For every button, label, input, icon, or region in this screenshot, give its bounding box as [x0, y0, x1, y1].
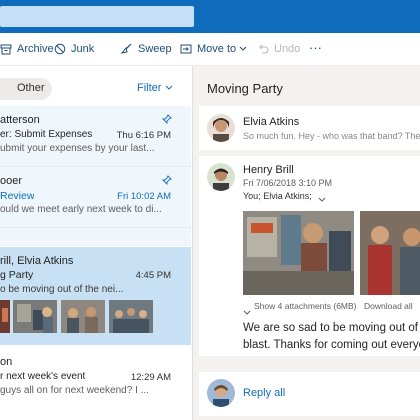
- message-subject: r next week's event: [0, 371, 86, 382]
- message-time: Thu 6:16 PM: [116, 130, 171, 141]
- filter-button[interactable]: Filter: [137, 82, 173, 94]
- thread-message-expanded: Henry Brill Fri 7/06/2018 3:10 PM You; E…: [199, 156, 420, 356]
- message-sender: rill, Elvia Atkins: [0, 255, 74, 267]
- list-item[interactable]: atterson er: Submit Expenses Thu 6:16 PM…: [0, 106, 191, 167]
- app-header: [0, 0, 420, 33]
- list-item[interactable]: on r next week's event 12:29 AM guys all…: [0, 346, 191, 420]
- message-subject: g Party: [0, 269, 34, 281]
- sweep-icon: [120, 43, 138, 55]
- search-box[interactable]: [0, 6, 194, 27]
- pin-icon[interactable]: [161, 114, 172, 127]
- message-sender: on: [0, 356, 13, 368]
- inbox-pivot: Other: [0, 78, 52, 100]
- archive-button[interactable]: Archive: [0, 41, 54, 57]
- sweep-label: Sweep: [138, 43, 172, 55]
- archive-icon: [0, 43, 17, 55]
- attachment-thumbnail[interactable]: [13, 300, 57, 333]
- pin-icon[interactable]: [161, 175, 172, 188]
- chevron-down-icon: [161, 82, 173, 94]
- chevron-down-icon: [239, 46, 252, 52]
- reading-pane: Moving Party Elvia Atkins So much fun. H…: [193, 66, 420, 420]
- attachment-image[interactable]: [360, 211, 420, 295]
- message-preview: o be moving out of the nei...: [0, 284, 124, 295]
- message-preview: ubmit your expenses by your last...: [0, 143, 155, 154]
- message-preview: guys all on for next weekend? I ...: [0, 385, 149, 396]
- message-body-line: We are so sad to be moving out of the: [243, 322, 420, 334]
- message-preview: ould we meet early next week to di...: [0, 204, 162, 215]
- tab-other[interactable]: Other: [17, 82, 45, 94]
- attachment-thumbnail[interactable]: [0, 300, 10, 333]
- attachment-image[interactable]: [243, 211, 354, 295]
- message-time: 12:29 AM: [130, 372, 171, 383]
- message-sender: atterson: [0, 114, 40, 126]
- avatar: [207, 114, 235, 142]
- chevron-down-icon: [243, 303, 251, 321]
- recipients: You; Elvia Atkins;: [243, 191, 312, 201]
- junk-button[interactable]: Junk: [54, 41, 94, 57]
- conversation-subject: Moving Party: [207, 81, 283, 96]
- more-icon: ···: [309, 39, 322, 55]
- undo-icon: [257, 43, 274, 55]
- move-to-button[interactable]: Move to: [180, 41, 252, 57]
- archive-label: Archive: [17, 43, 54, 55]
- more-options-button[interactable]: ···: [309, 39, 322, 55]
- message-sender: ooer: [0, 175, 23, 187]
- junk-icon: [54, 43, 71, 55]
- message-time: Fri 10:02 AM: [117, 191, 171, 202]
- message-subject: er: Submit Expenses: [0, 129, 93, 140]
- list-group-spacer: [0, 228, 191, 246]
- avatar: [207, 163, 235, 191]
- filter-label: Filter: [137, 82, 162, 94]
- attachment-thumbnail[interactable]: [61, 300, 105, 333]
- undo-label: Undo: [274, 43, 301, 55]
- folder-move-icon: [180, 43, 197, 55]
- message-sender: Henry Brill: [243, 164, 294, 176]
- list-item-selected[interactable]: rill, Elvia Atkins g Party 4:45 PM o be …: [0, 247, 191, 345]
- move-to-label: Move to: [197, 43, 237, 55]
- avatar: [207, 379, 235, 407]
- command-toolbar: Archive Junk Sweep Move to Undo ···: [0, 33, 420, 66]
- download-all-link[interactable]: Download all: [364, 301, 413, 311]
- message-date: Fri 7/06/2018 3:10 PM: [243, 178, 333, 188]
- undo-button[interactable]: Undo: [257, 41, 300, 57]
- thread-message-collapsed[interactable]: Elvia Atkins So much fun. Hey - who was …: [199, 106, 420, 150]
- message-subject: Review: [0, 190, 35, 202]
- expand-recipients-icon[interactable]: [318, 190, 326, 208]
- sweep-button[interactable]: Sweep: [120, 41, 172, 57]
- message-time: 4:45 PM: [135, 270, 171, 281]
- message-list-pane: Other Filter atterson er: Submit Expense…: [0, 66, 193, 420]
- message-body-line: blast. Thanks for coming out everyon: [243, 339, 420, 351]
- reply-bar: Reply all: [199, 372, 420, 416]
- message-sender: Elvia Atkins: [243, 116, 300, 128]
- attachment-thumbnail[interactable]: [109, 300, 153, 333]
- message-preview: So much fun. Hey - who was that band? Th…: [243, 131, 420, 141]
- show-attachments-link[interactable]: Show 4 attachments (6MB): [254, 301, 357, 311]
- list-item[interactable]: ooer Review Fri 10:02 AM ould we meet ea…: [0, 167, 191, 228]
- reply-all-button[interactable]: Reply all: [243, 387, 285, 399]
- junk-label: Junk: [71, 43, 95, 55]
